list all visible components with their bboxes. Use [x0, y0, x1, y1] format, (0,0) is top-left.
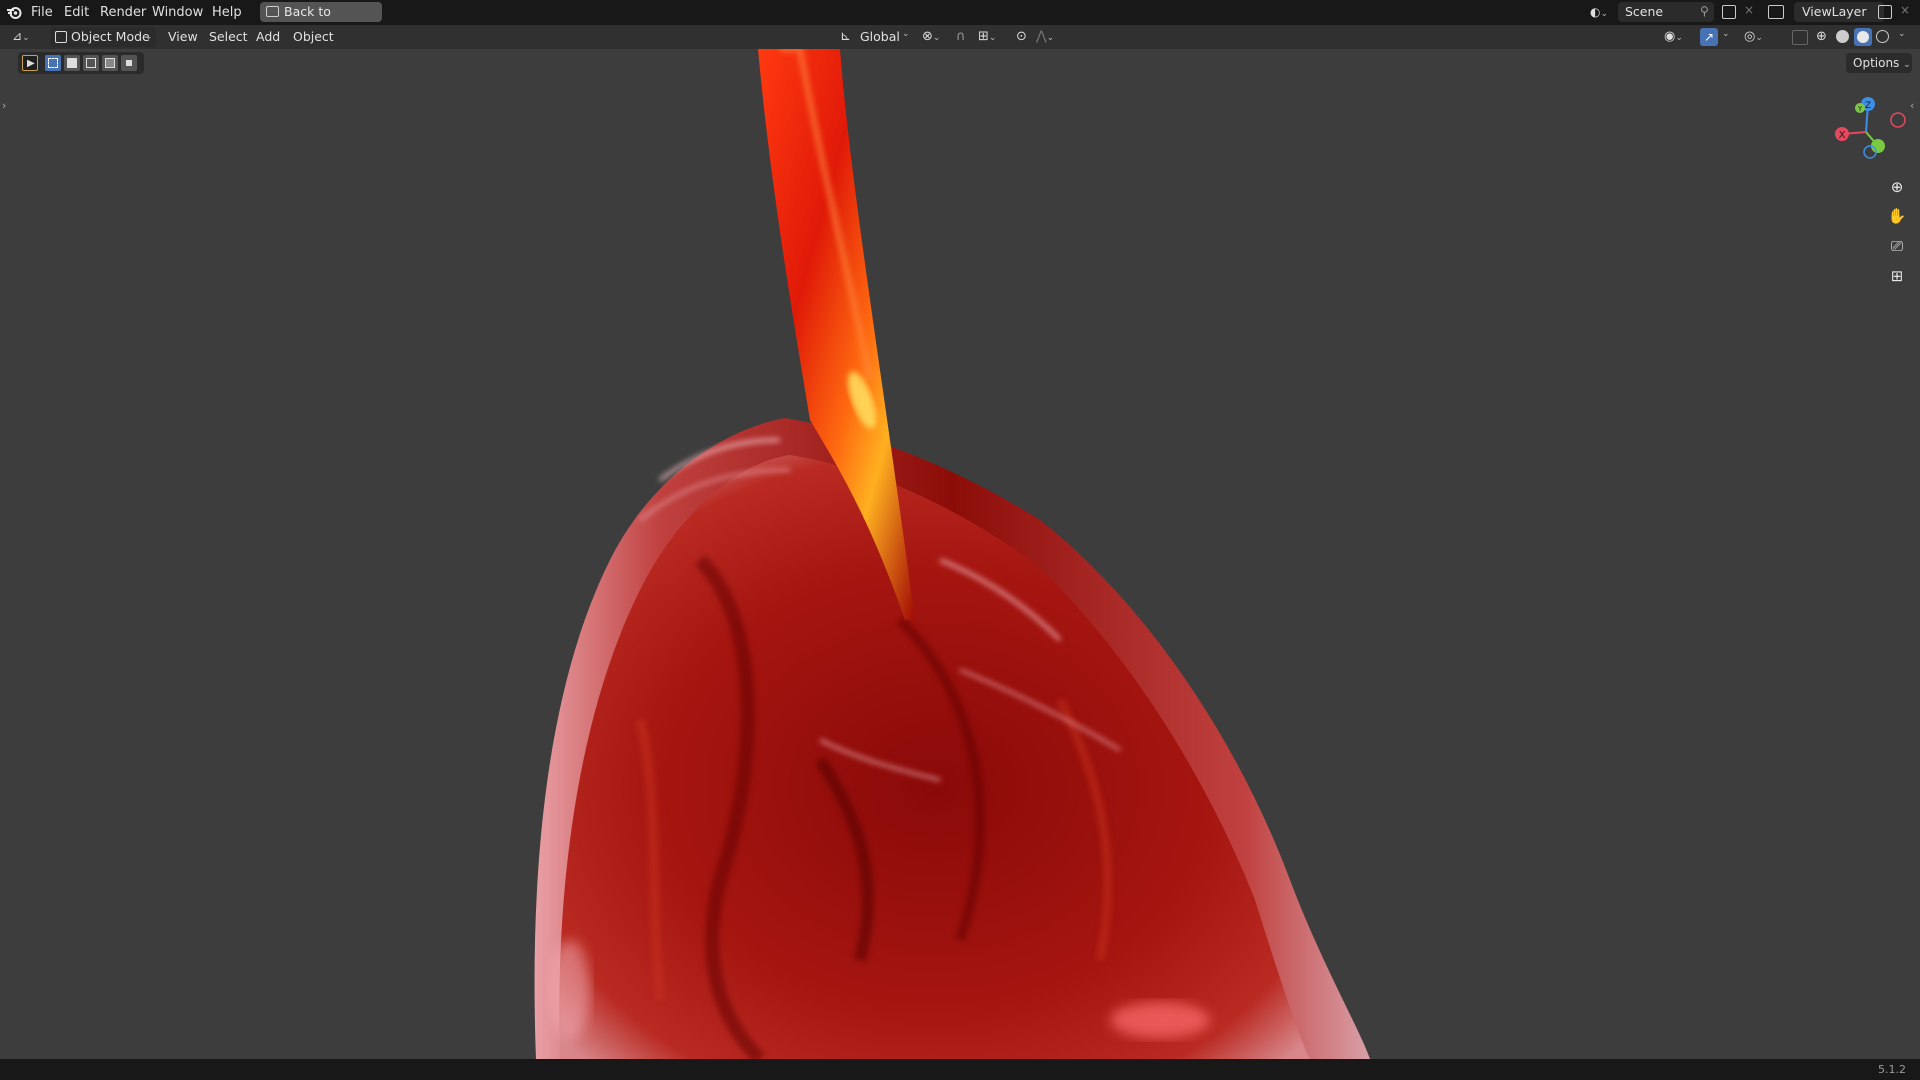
- chevron-down-icon: ⌄: [145, 32, 153, 42]
- gizmo-z-label: Z: [1865, 101, 1871, 111]
- menu-edit[interactable]: Edit: [60, 0, 93, 25]
- chevron-down-icon[interactable]: ⌄: [1898, 29, 1906, 39]
- toolbar-toggle-icon[interactable]: ›: [2, 99, 6, 112]
- new-view-layer-icon[interactable]: [1878, 5, 1892, 19]
- status-bar: 5.1.2: [0, 1059, 1920, 1080]
- snap-target-icon[interactable]: ⊞⌄: [978, 29, 996, 44]
- menu-select[interactable]: Select: [209, 25, 248, 49]
- select-box-invert-icon[interactable]: [102, 55, 118, 71]
- grid-perspective-icon[interactable]: ⊞: [1884, 263, 1910, 289]
- view-layer-name: ViewLayer: [1802, 4, 1867, 19]
- material-shading-icon[interactable]: [1854, 28, 1872, 46]
- 3d-viewport[interactable]: › ‹: [0, 49, 1920, 1059]
- scene-icon[interactable]: ◐⌄: [1590, 5, 1614, 19]
- hand-pan-icon[interactable]: ✋: [1884, 203, 1910, 229]
- viewport-header: ⊿⌄ Object Mode ⌄ View Select Add Object …: [0, 25, 1920, 49]
- new-scene-icon[interactable]: [1722, 5, 1736, 19]
- zoom-icon[interactable]: ⊕: [1884, 174, 1910, 200]
- pin-icon[interactable]: ⚲: [1700, 4, 1709, 18]
- overlays-icon[interactable]: ◎⌄: [1744, 29, 1763, 44]
- delete-view-layer-icon[interactable]: ×: [1900, 3, 1910, 17]
- menu-add[interactable]: Add: [256, 25, 280, 49]
- chevron-down-icon: ⌄: [1903, 60, 1911, 70]
- chevron-down-icon[interactable]: ⌄: [1722, 29, 1730, 39]
- pivot-point-icon[interactable]: ⊗⌄: [922, 29, 940, 44]
- menu-view[interactable]: View: [168, 25, 198, 49]
- proportional-edit-icon[interactable]: ⊙: [1016, 29, 1027, 44]
- select-box-intersect-icon[interactable]: [121, 55, 137, 71]
- wireframe-shading-icon[interactable]: ⊕: [1816, 29, 1827, 44]
- select-box-extend-icon[interactable]: [64, 55, 80, 71]
- chevron-down-icon[interactable]: ⌄: [902, 29, 910, 39]
- view-layer-icon[interactable]: [1768, 5, 1784, 19]
- delete-scene-icon[interactable]: ×: [1744, 3, 1754, 17]
- solid-shading-icon[interactable]: [1836, 30, 1849, 43]
- object-mode-icon: [55, 31, 67, 43]
- rendered-shading-icon[interactable]: [1876, 30, 1889, 43]
- blender-logo-icon[interactable]: [6, 4, 23, 21]
- view-layer-field[interactable]: ViewLayer: [1794, 2, 1884, 22]
- select-tool-icon[interactable]: ▶: [22, 55, 38, 71]
- xray-icon[interactable]: [1792, 30, 1808, 45]
- camera-view-icon[interactable]: ⎚: [1884, 233, 1910, 259]
- orientation-dropdown[interactable]: Global: [860, 25, 900, 49]
- menu-object[interactable]: Object: [293, 25, 334, 49]
- menu-help[interactable]: Help: [208, 0, 246, 25]
- gizmo-y-axis: [1871, 139, 1885, 153]
- scene-name: Scene: [1625, 4, 1664, 19]
- transform-orientation-icon: ⊾: [840, 29, 851, 44]
- select-box-new-icon[interactable]: [45, 55, 61, 71]
- options-label: Options: [1853, 56, 1900, 70]
- menu-file[interactable]: File: [27, 0, 57, 25]
- mode-label: Object Mode: [71, 29, 150, 44]
- options-dropdown[interactable]: Options ⌄: [1846, 53, 1912, 73]
- top-menu-bar: File Edit Render Window Help Back to Pre…: [0, 0, 1920, 39]
- back-to-previous-button[interactable]: Back to Previous: [260, 2, 382, 39]
- select-tool-row: ▶: [18, 52, 144, 74]
- menu-render[interactable]: Render: [96, 0, 150, 25]
- editor-type-icon[interactable]: ⊿⌄: [12, 29, 40, 45]
- snap-icon[interactable]: ∩: [956, 29, 966, 44]
- select-box-subtract-icon[interactable]: [83, 55, 99, 71]
- navigation-gizmo[interactable]: X Y Z: [1822, 90, 1912, 170]
- visibility-icon[interactable]: ◉⌄: [1664, 29, 1683, 44]
- gizmo-x-label: X: [1839, 130, 1846, 141]
- menu-window[interactable]: Window: [148, 0, 207, 25]
- mode-dropdown[interactable]: Object Mode ⌄: [50, 27, 156, 47]
- gizmo-toggle-icon[interactable]: ↗: [1700, 28, 1718, 46]
- gizmo-y-label: Y: [1857, 105, 1863, 113]
- viewport-render: [534, 49, 1370, 1059]
- falloff-icon[interactable]: ⋀⌄: [1036, 29, 1054, 44]
- screen-icon: [266, 6, 279, 17]
- version-label: 5.1.2: [1878, 1063, 1906, 1076]
